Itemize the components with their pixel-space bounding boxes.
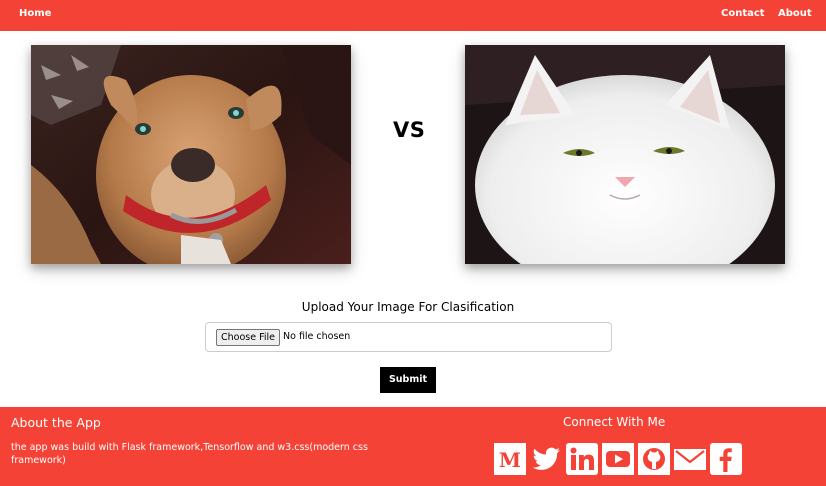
email-icon[interactable] (673, 442, 707, 476)
facebook-icon[interactable] (709, 442, 743, 476)
cat-photo (465, 45, 785, 264)
youtube-icon[interactable] (601, 442, 635, 476)
twitter-icon[interactable] (529, 442, 563, 476)
nav-contact-link[interactable]: Contact (721, 8, 765, 19)
upload-title: Upload Your Image For Clasification (301, 300, 515, 314)
connect-title: Connect With Me (563, 415, 666, 429)
nav-about-link[interactable]: About (778, 8, 812, 19)
about-title: About the App (11, 415, 101, 430)
nav-home-link[interactable]: Home (19, 8, 51, 19)
file-status-text: No file chosen (283, 331, 351, 342)
choose-file-button[interactable]: Choose File (216, 329, 280, 346)
dog-photo (31, 45, 351, 264)
github-icon[interactable] (637, 442, 671, 476)
top-navbar: Home Contact About (0, 0, 826, 31)
file-input[interactable]: Choose File No file chosen (205, 322, 612, 352)
svg-text:M: M (499, 448, 521, 472)
social-links: M (493, 442, 743, 476)
vs-label: VS (393, 118, 426, 142)
linkedin-icon[interactable] (565, 442, 599, 476)
footer: About the App the app was build with Fla… (0, 407, 826, 486)
medium-icon[interactable]: M (493, 442, 527, 476)
about-text: the app was build with Flask framework,T… (11, 442, 368, 466)
submit-button[interactable]: Submit (380, 367, 436, 393)
